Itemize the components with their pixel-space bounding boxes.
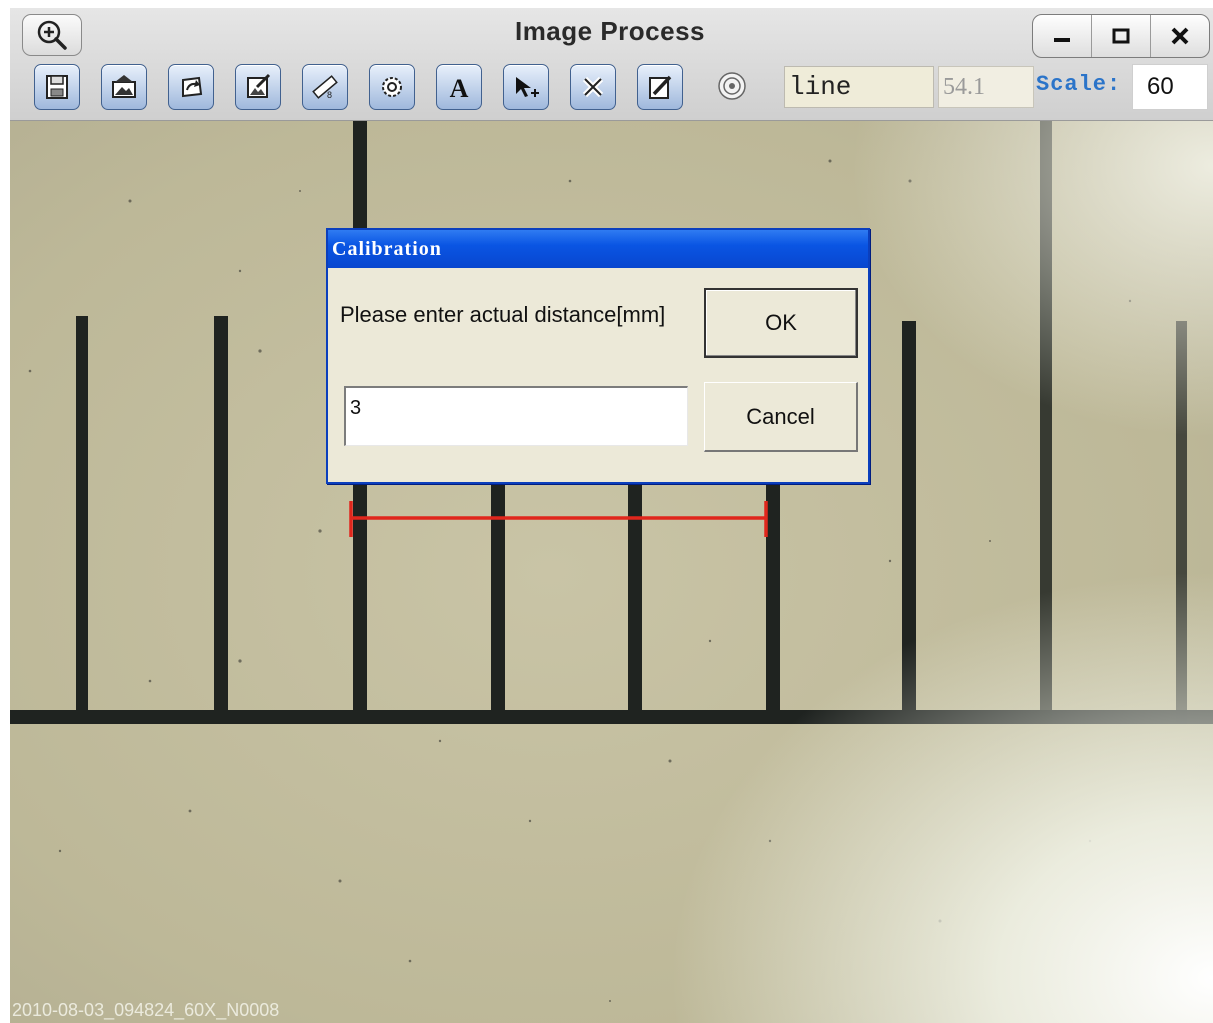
minimize-icon [1054,38,1070,42]
ok-button[interactable]: OK [704,288,858,358]
minimize-button[interactable] [1033,15,1091,57]
select-move-button[interactable] [503,64,549,110]
pointer-move-icon [516,77,539,97]
edit-image-button[interactable] [235,64,281,110]
floppy-disk-icon [46,75,68,99]
text-icon: A [450,74,469,102]
save-button[interactable] [34,64,80,110]
measured-value-field: 54.1 [938,66,1034,108]
undo-icon [182,76,203,98]
dialog-prompt: Please enter actual distance[mm] [340,302,666,327]
dialog-title: Calibration [328,230,868,268]
image-timestamp: 2010-08-03_094824_60X_N0008 [12,1000,280,1020]
settings-button[interactable] [369,64,415,110]
pen-icon [649,75,672,99]
ruler-icon: 8 [312,75,338,100]
cross-icon [582,76,604,98]
maximize-icon [1112,28,1130,44]
svg-text:A: A [450,74,469,102]
scale-input[interactable]: 60 [1132,64,1208,110]
scale-label: Scale: [1036,72,1122,97]
gear-icon [382,77,402,97]
edit-image-icon [247,73,271,98]
window-controls [1032,14,1210,58]
undo-button[interactable] [168,64,214,110]
open-image-button[interactable] [101,64,147,110]
target-icon [718,72,746,100]
close-button[interactable] [1150,15,1209,57]
shape-type-field[interactable]: line [784,66,934,108]
target-button[interactable] [714,68,750,104]
toolbar: Image Process 8 A line 54.1 Scale: 60 [10,8,1213,121]
text-button[interactable]: A [436,64,482,110]
image-icon [112,75,136,98]
image-process-window: Image Process 8 A line 54.1 Scale: 60 20… [0,0,1213,1023]
pen-button[interactable] [637,64,683,110]
zoom-in-icon [37,20,67,50]
close-icon [1171,27,1189,45]
svg-text:8: 8 [327,90,332,100]
window-title: Image Process [514,16,706,46]
maximize-button[interactable] [1091,15,1150,57]
delete-button[interactable] [570,64,616,110]
ruler-button[interactable]: 8 [302,64,348,110]
distance-input[interactable]: 3 [344,386,688,446]
cancel-button[interactable]: Cancel [704,382,858,452]
calibration-dialog: Calibration Please enter actual distance… [326,228,870,484]
zoom-button[interactable] [22,14,82,56]
